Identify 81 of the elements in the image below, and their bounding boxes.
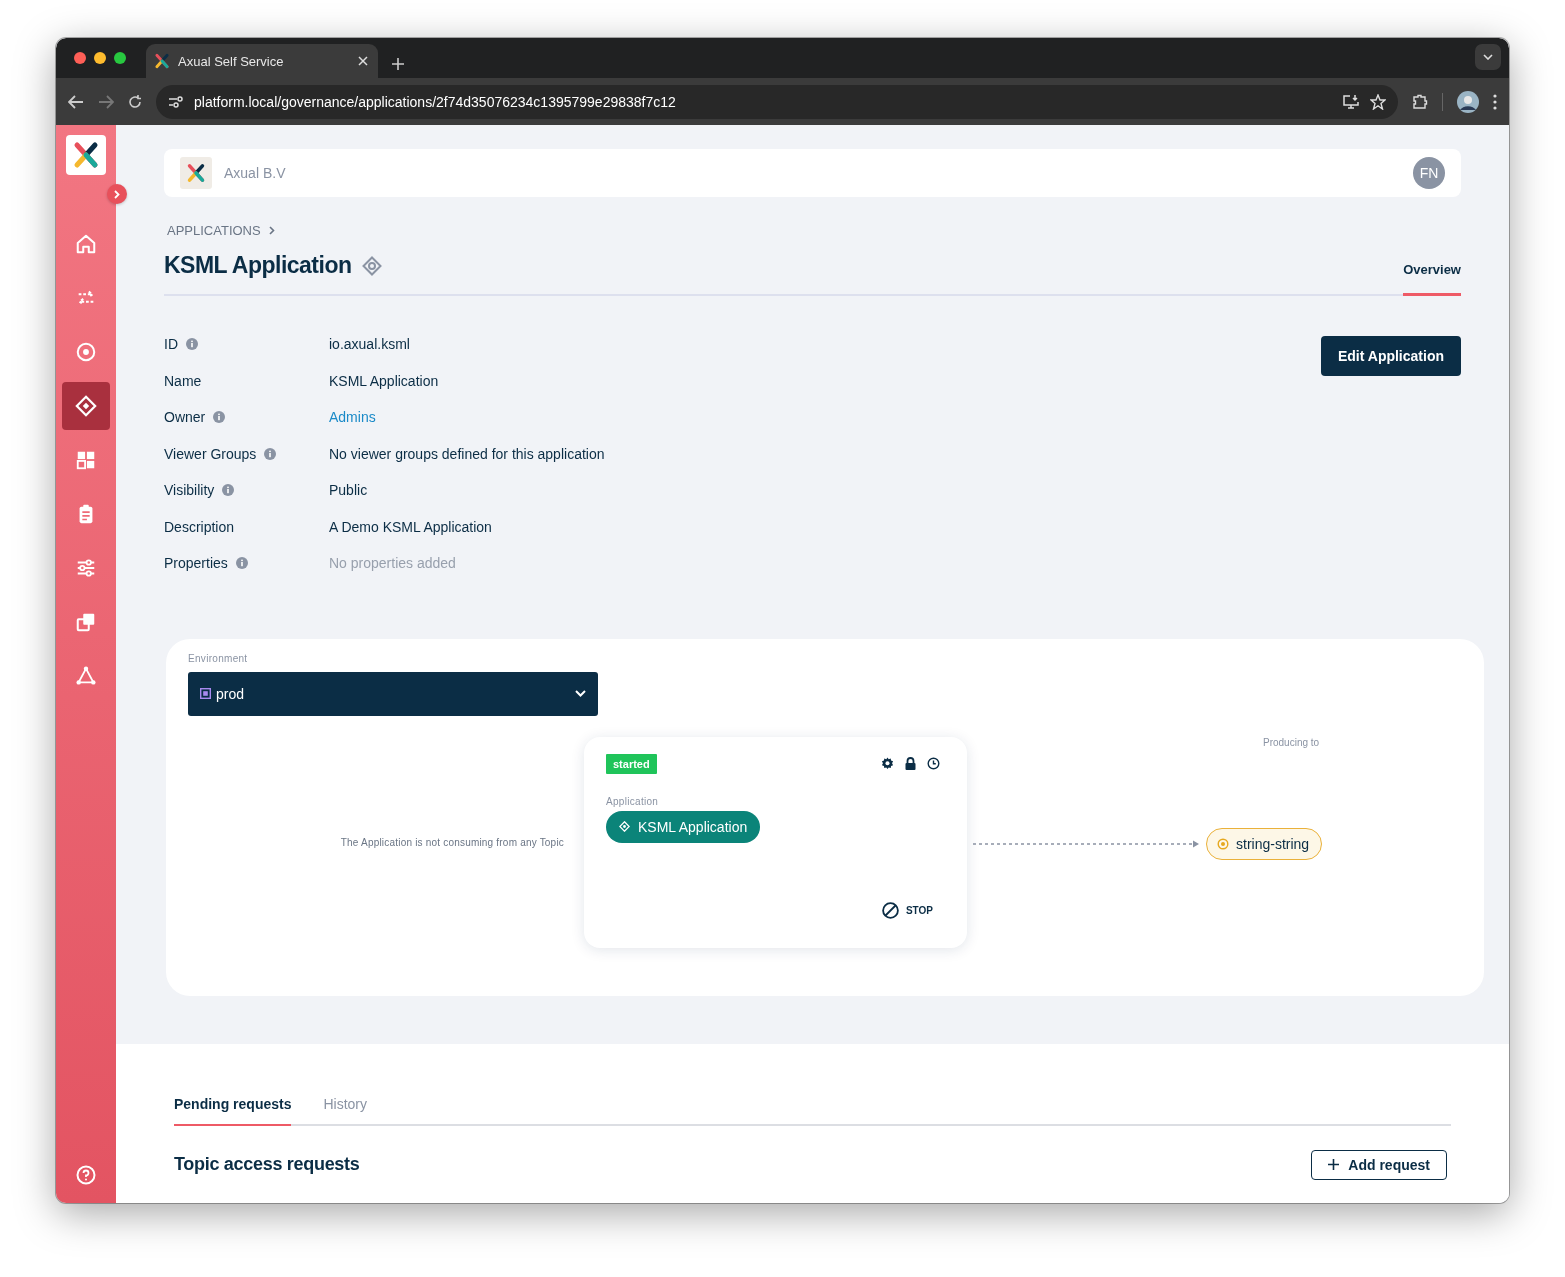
organization-name: Axual B.V	[224, 165, 287, 181]
stop-icon	[881, 901, 899, 919]
field-value: No properties added	[329, 555, 457, 572]
logo-icon	[72, 141, 100, 169]
application-pill[interactable]: KSML Application	[606, 810, 761, 843]
page-title: KSML Application	[164, 252, 352, 279]
site-settings-icon[interactable]	[168, 94, 184, 109]
field-label: Properties	[164, 555, 228, 572]
field-value: No viewer groups defined for this application	[329, 445, 606, 462]
field-label: Visibility	[164, 482, 215, 499]
application-icon	[619, 821, 630, 832]
expand-sidebar-button[interactable]	[107, 184, 127, 204]
logo-icon	[186, 163, 206, 183]
url-text: platform.local/governance/applications/2f74d35076234c1395799e29838f7c12	[194, 93, 677, 110]
field-label: Viewer Groups	[164, 445, 257, 462]
minimize-window-button[interactable]	[94, 52, 106, 64]
section-title: Topic access requests	[174, 1154, 361, 1175]
new-tab-icon[interactable]	[392, 58, 404, 70]
target-icon	[75, 341, 97, 363]
status-badge: started	[606, 753, 657, 774]
info-icon[interactable]	[222, 484, 235, 497]
consuming-note: The Application is not consuming from any Topic	[339, 836, 565, 848]
close-icon[interactable]	[358, 56, 368, 66]
environment-dropdown[interactable]: prod	[188, 671, 598, 716]
stop-button[interactable]: STOP	[881, 901, 933, 919]
tab-title: Axual Self Service	[178, 53, 285, 69]
chevron-down-icon	[575, 690, 586, 697]
producing-label: Producing to	[1263, 736, 1320, 748]
chevron-down-icon	[1483, 54, 1493, 60]
address-bar[interactable]: platform.local/governance/applications/2f74d35076234c1395799e29838f7c12	[156, 84, 1398, 119]
install-app-icon[interactable]	[1342, 93, 1360, 110]
browser-tab[interactable]: Axual Self Service	[146, 44, 378, 78]
requests-tab[interactable]: Pending requests	[174, 1095, 292, 1126]
star-icon[interactable]	[1370, 93, 1386, 110]
forward-icon[interactable]	[98, 94, 114, 109]
info-icon[interactable]	[186, 338, 198, 351]
chevron-right-icon	[114, 189, 120, 199]
field-label: Description	[164, 518, 235, 535]
close-window-button[interactable]	[74, 52, 86, 64]
topic-icon	[1217, 837, 1229, 850]
grid-icon	[75, 449, 97, 471]
field-label: Name	[164, 372, 202, 389]
field-value: Public	[329, 482, 369, 499]
topic-pill[interactable]: string-string	[1206, 827, 1323, 860]
sliders-icon	[75, 557, 97, 579]
application-icon	[361, 255, 382, 276]
info-icon[interactable]	[235, 557, 248, 570]
help-icon[interactable]	[76, 1165, 96, 1185]
plus-icon	[1328, 1159, 1340, 1170]
maximize-window-button[interactable]	[114, 52, 126, 64]
history-icon[interactable]	[927, 757, 940, 770]
diamond-icon	[75, 395, 97, 417]
logo-icon	[154, 53, 170, 69]
lock-icon[interactable]	[905, 757, 916, 770]
app-logo[interactable]	[66, 135, 106, 175]
environment-icon	[200, 688, 211, 699]
tab-list-button[interactable]	[1475, 44, 1501, 70]
info-icon[interactable]	[264, 447, 277, 460]
environment-label: Environment	[188, 652, 249, 664]
reload-icon[interactable]	[128, 94, 142, 109]
node-type-label: Application	[606, 795, 660, 807]
info-icon[interactable]	[213, 411, 226, 424]
field-label: ID	[164, 336, 178, 353]
edit-application-button[interactable]: Edit Application	[1320, 336, 1461, 376]
back-icon[interactable]	[68, 94, 84, 109]
extensions-icon[interactable]	[1412, 93, 1428, 110]
field-value: KSML Application	[329, 372, 440, 389]
home-icon	[75, 233, 97, 255]
triangle-network-icon	[75, 665, 97, 687]
add-request-button[interactable]: Add request	[1311, 1149, 1447, 1180]
field-value: io.axual.ksml	[329, 336, 411, 353]
settings-icon[interactable]	[881, 757, 894, 770]
more-options-icon[interactable]	[1493, 93, 1497, 110]
field-label: Owner	[164, 409, 206, 426]
nav-item[interactable]	[62, 382, 110, 430]
breadcrumb-link[interactable]: APPLICATIONS	[167, 223, 261, 238]
profile-avatar-icon[interactable]	[1457, 90, 1479, 113]
copy-icon	[75, 611, 97, 633]
field-value: A Demo KSML Application	[329, 518, 493, 535]
chevron-right-icon	[268, 226, 275, 235]
overview-tab[interactable]: Overview	[1403, 262, 1461, 296]
